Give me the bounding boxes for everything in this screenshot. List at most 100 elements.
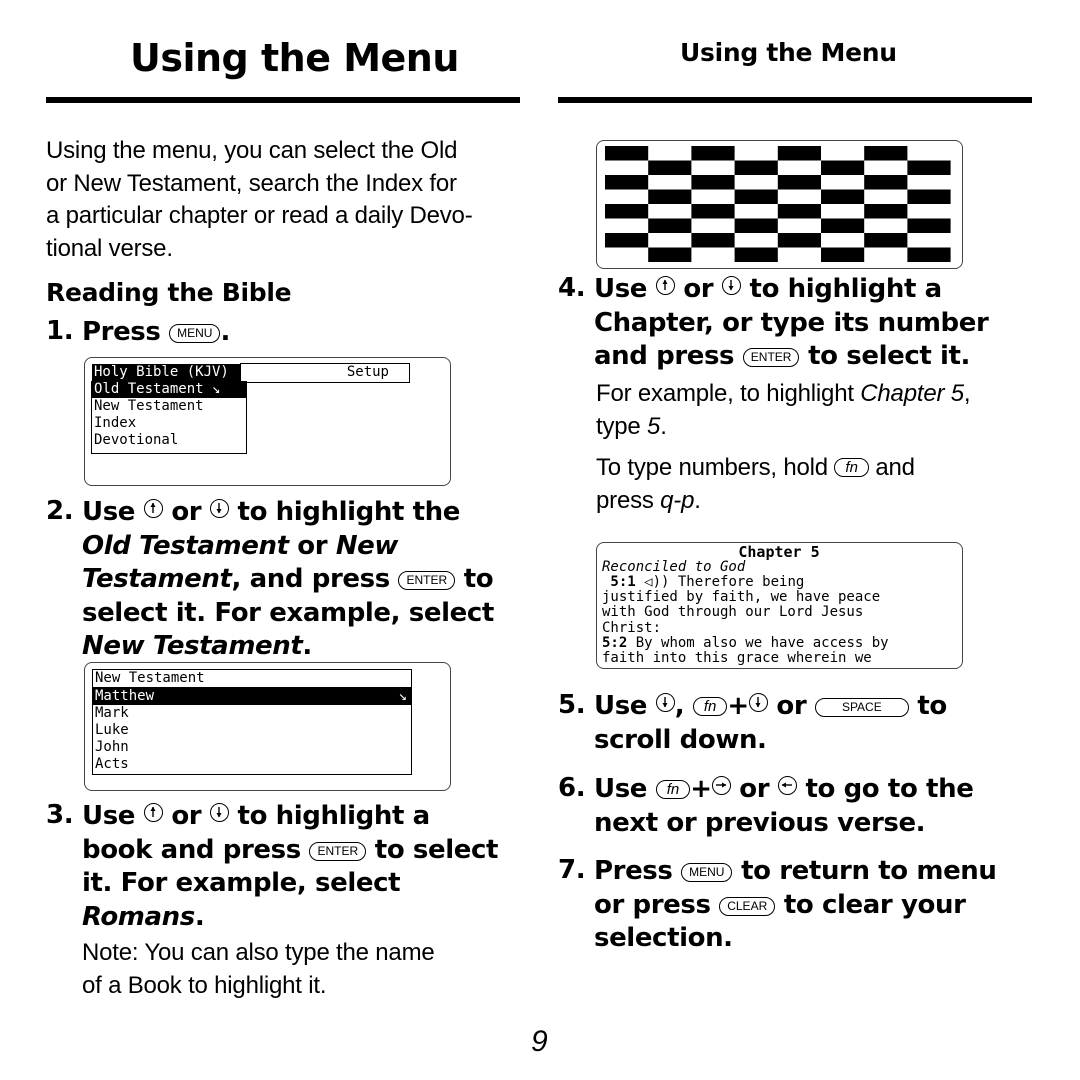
fn-key-icon: fn [834, 458, 869, 477]
step-text: Press MENU to return to menu or press CLE… [594, 855, 997, 956]
checker-block [907, 160, 951, 175]
example-chapter: For example, to highlight Chapter 5, type… [596, 378, 971, 444]
text: ◁)) Therefore being [644, 574, 805, 590]
line: type 5. [596, 411, 970, 444]
line: next or previous verse. [594, 807, 973, 841]
chapter-text: 5:1 ◁)) Therefore being justified by fait… [602, 574, 889, 666]
step-text: Use , fn + or SPACE to scroll down. [594, 690, 947, 757]
line: press q-p. [596, 485, 915, 518]
step-2: 2. Use or to highlight the Old Testament o… [46, 496, 494, 664]
step-4: 4. Use or to highlight a Chapter, or type … [558, 273, 989, 374]
enter-key-icon: ENTER [742, 348, 800, 367]
book-item-luke[interactable]: Luke [93, 722, 411, 739]
text: select it. For example, select [82, 597, 494, 628]
checker-block [907, 218, 951, 233]
step-number: 7. [558, 855, 586, 885]
book-item-john[interactable]: John [93, 739, 411, 756]
menu-list: Old Testament ↘ New Testament Index Devo… [91, 381, 247, 454]
title-rule-right [558, 97, 1032, 103]
step-text: Use or to highlight the Old Testament or … [82, 496, 494, 664]
step-number: 2. [46, 496, 74, 526]
text: to go to the [796, 774, 974, 804]
line: Chapter, or type its number [594, 307, 989, 341]
arrow-left-key-icon [777, 776, 797, 795]
arrow-up-key-icon [655, 276, 675, 295]
text: or [162, 497, 210, 527]
menu-key-icon: MENU [169, 324, 221, 343]
emphasis-text: Old Testament [82, 530, 289, 561]
book-label: Matthew [95, 688, 155, 704]
emphasis-text: Romans [82, 901, 195, 932]
line: To type numbers, hold fn and [596, 452, 915, 485]
note-paragraph: Note: You can also type the name of a Bo… [82, 937, 435, 1002]
menu-screen: Holy Bible (KJV) Setup Old Testament ↘ N… [84, 357, 451, 486]
menu-item-devotional[interactable]: Devotional [92, 432, 246, 449]
text: For example, to highlight [596, 380, 861, 407]
line: selection. [594, 922, 997, 956]
text: press [596, 486, 661, 514]
running-header: Using the Menu [680, 38, 897, 67]
checker-block [864, 233, 908, 248]
checker-block [907, 247, 951, 262]
menu-item-old-testament[interactable]: Old Testament ↘ [92, 381, 246, 398]
text: Press [82, 317, 170, 347]
step-number: 3. [46, 800, 74, 830]
intro-paragraph: Using the menu, you can select the Old o… [46, 135, 473, 265]
enter-key-icon: ENTER [398, 571, 456, 590]
checker-block [648, 247, 692, 262]
text: to highlight the [228, 497, 461, 527]
submenu-arrow-icon: ↘ [398, 688, 407, 704]
screen-header-title: Holy Bible (KJV) [92, 364, 240, 381]
step-5: 5. Use , fn + or SPACE to scroll down. [558, 690, 947, 757]
text: Use [82, 801, 144, 831]
text: . [660, 412, 667, 440]
checker-block [821, 218, 865, 233]
text: to select [366, 834, 499, 865]
checker-block [864, 204, 908, 219]
verse-line: 5:1 ◁)) Therefore being [602, 574, 889, 590]
book-screen: New Testament Matthew ↘ Mark Luke John Ac… [84, 662, 451, 791]
text: or [162, 801, 210, 831]
line: Use or to highlight the [82, 496, 494, 530]
checker-block [821, 160, 865, 175]
checker-block [864, 175, 908, 190]
text: scroll down. [594, 724, 767, 755]
menu-item-new-testament[interactable]: New Testament [92, 398, 246, 415]
arrow-down-key-icon [209, 803, 229, 822]
menu-key-icon: MENU [681, 863, 733, 882]
text: to highlight a [740, 274, 943, 304]
text: By whom also we have access by [627, 634, 889, 651]
book-item-acts[interactable]: Acts [93, 756, 411, 773]
line: Romans. [82, 901, 498, 935]
line: New Testament. [82, 630, 494, 664]
line: scroll down. [594, 724, 947, 758]
emphasis-text: New [335, 530, 399, 561]
book-item-mark[interactable]: Mark [93, 705, 411, 722]
step-text: Use fn + or to go to the next or previous … [594, 773, 974, 841]
enter-key-icon: ENTER [309, 841, 367, 861]
verse-number: 5:2 [602, 634, 628, 651]
line: and press ENTER to select it. [594, 340, 988, 374]
checker-block [777, 233, 821, 248]
text: it. For example, select [82, 868, 401, 898]
text: + [690, 774, 712, 804]
text: Use [594, 274, 656, 304]
checker-block [605, 204, 649, 219]
text: to [455, 564, 494, 594]
book-item-matthew[interactable]: Matthew ↘ [93, 688, 411, 705]
line: For example, to highlight Chapter 5, [596, 378, 971, 411]
verse-line: justified by faith, we have peace [602, 590, 889, 605]
line: or press CLEAR to clear your [594, 889, 997, 923]
arrow-down-key-icon [748, 693, 768, 712]
title-rule-left [46, 97, 520, 103]
text: Use [594, 691, 656, 721]
text: and [868, 454, 915, 481]
text: and press [594, 341, 743, 371]
text: or [674, 274, 722, 304]
text: + [727, 691, 749, 721]
text: justified by faith, we have peace [602, 589, 881, 606]
emphasis-text: New Testament [82, 631, 303, 661]
checker-block [648, 189, 692, 204]
menu-item-index[interactable]: Index [92, 415, 246, 432]
step-number: 1. [46, 316, 74, 346]
